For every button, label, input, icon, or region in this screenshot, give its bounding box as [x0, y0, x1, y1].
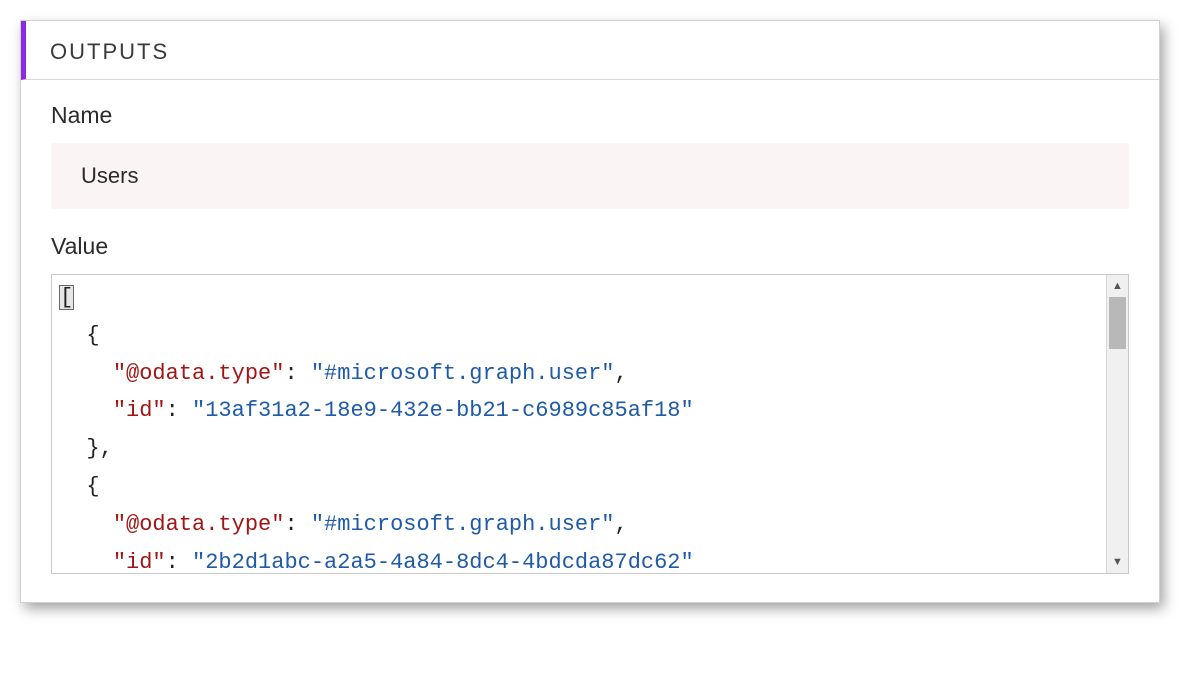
- outputs-panel-header: OUTPUTS: [21, 21, 1159, 80]
- value-scrollbar[interactable]: ▲ ▼: [1106, 275, 1128, 573]
- value-field: Value [ { "@odata.type": "#microsoft.gra…: [51, 233, 1129, 574]
- outputs-panel-body: Name Users Value [ { "@odata.type": "#mi…: [21, 80, 1159, 602]
- value-code-box[interactable]: [ { "@odata.type": "#microsoft.graph.use…: [51, 274, 1129, 574]
- scroll-up-icon[interactable]: ▲: [1107, 275, 1128, 297]
- value-json[interactable]: [ { "@odata.type": "#microsoft.graph.use…: [52, 275, 1128, 573]
- scroll-track[interactable]: [1107, 297, 1128, 551]
- name-value[interactable]: Users: [51, 143, 1129, 209]
- outputs-title: OUTPUTS: [50, 39, 1135, 65]
- scroll-thumb[interactable]: [1109, 297, 1126, 349]
- name-field: Name Users: [51, 102, 1129, 209]
- scroll-down-icon[interactable]: ▼: [1107, 551, 1128, 573]
- outputs-panel: OUTPUTS Name Users Value [ { "@odata.typ…: [20, 20, 1160, 603]
- value-label: Value: [51, 233, 1129, 260]
- name-label: Name: [51, 102, 1129, 129]
